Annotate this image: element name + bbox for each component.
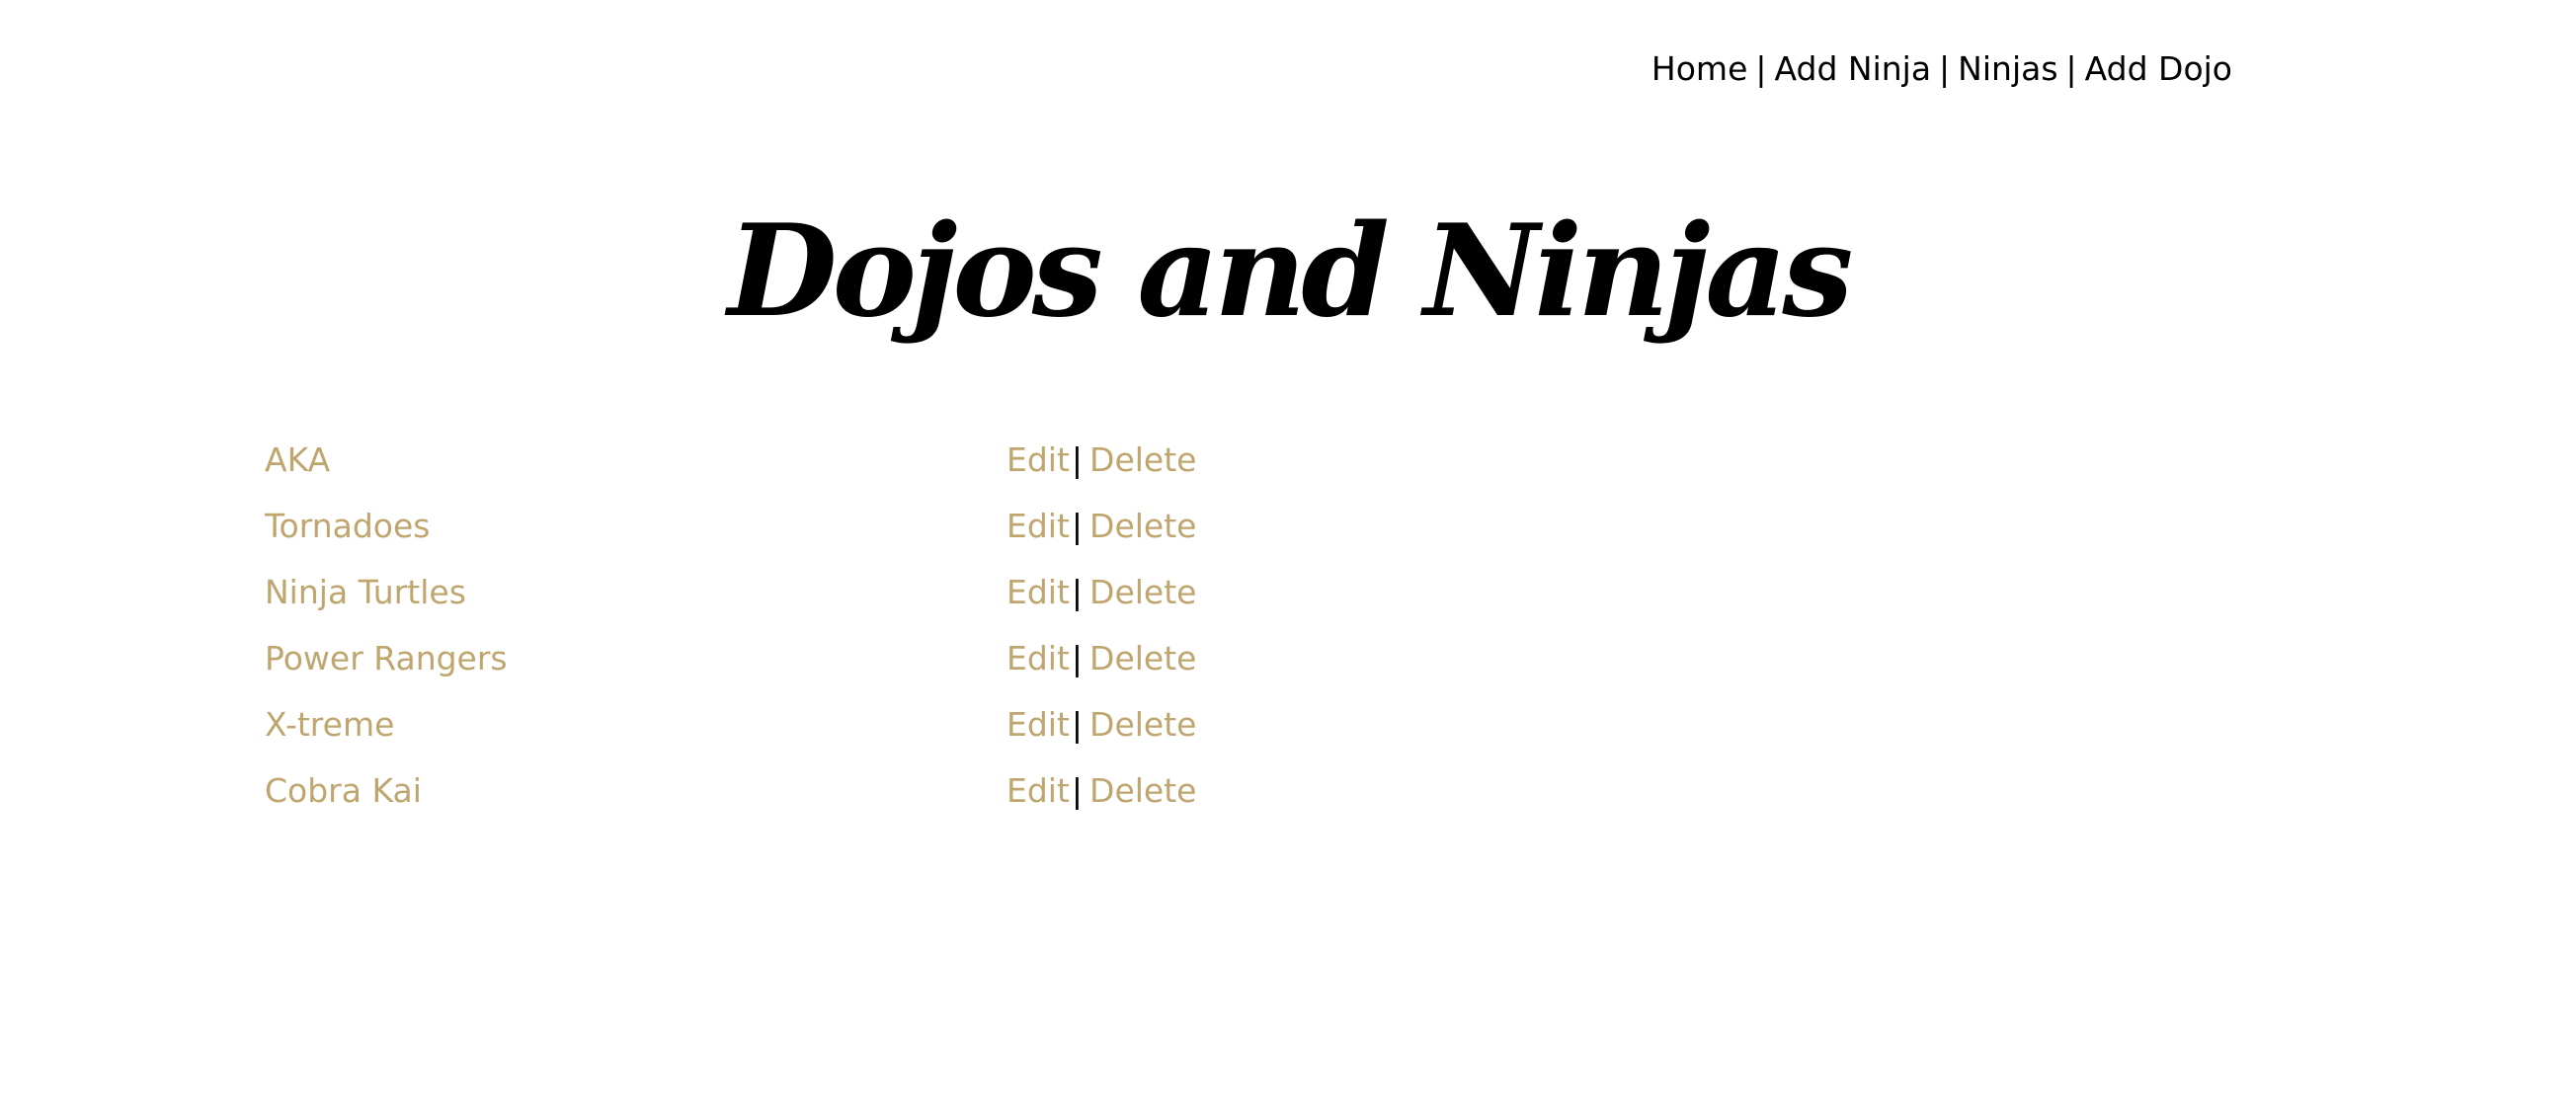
action-separator: | bbox=[1071, 639, 1084, 677]
dojo-row: X-treme Edit| Delete bbox=[265, 701, 1351, 767]
dojo-row: Tornadoes Edit| Delete bbox=[265, 503, 1351, 569]
edit-link[interactable]: Edit bbox=[1006, 573, 1070, 611]
dojo-name-link[interactable]: Cobra Kai bbox=[265, 767, 422, 815]
dojo-row: AKA Edit| Delete bbox=[265, 437, 1351, 503]
nav-separator: | bbox=[2065, 49, 2077, 88]
edit-link[interactable]: Edit bbox=[1006, 639, 1070, 677]
dojo-actions: Edit| Delete bbox=[1006, 503, 1196, 550]
dojo-name-link[interactable]: AKA bbox=[265, 437, 330, 484]
nav-add-ninja-link[interactable]: Add Ninja bbox=[1775, 49, 1932, 88]
delete-link[interactable]: Delete bbox=[1089, 705, 1196, 744]
nav-home-link[interactable]: Home bbox=[1651, 49, 1747, 88]
delete-link[interactable]: Delete bbox=[1089, 771, 1196, 810]
dojo-name-link[interactable]: X-treme bbox=[265, 701, 394, 749]
page-title: Dojos and Ninjas bbox=[727, 198, 1854, 346]
action-separator: | bbox=[1071, 507, 1084, 545]
dojo-row: Ninja Turtles Edit| Delete bbox=[265, 569, 1351, 635]
dojo-name-link[interactable]: Power Rangers bbox=[265, 635, 508, 682]
dojo-actions: Edit| Delete bbox=[1006, 437, 1196, 484]
top-nav: Home | Add Ninja | Ninjas | Add Dojo bbox=[1651, 45, 2232, 93]
delete-link[interactable]: Delete bbox=[1089, 440, 1196, 479]
dojo-actions: Edit| Delete bbox=[1006, 635, 1196, 682]
dojo-actions: Edit| Delete bbox=[1006, 701, 1196, 749]
dojo-name-link[interactable]: Tornadoes bbox=[265, 503, 431, 550]
delete-link[interactable]: Delete bbox=[1089, 639, 1196, 677]
nav-add-dojo-link[interactable]: Add Dojo bbox=[2085, 49, 2232, 88]
action-separator: | bbox=[1071, 771, 1084, 810]
dojo-actions: Edit| Delete bbox=[1006, 569, 1196, 616]
nav-separator: | bbox=[1939, 49, 1951, 88]
dojo-name-link[interactable]: Ninja Turtles bbox=[265, 569, 466, 616]
dojo-row: Cobra Kai Edit| Delete bbox=[265, 767, 1351, 834]
action-separator: | bbox=[1071, 573, 1084, 611]
action-separator: | bbox=[1071, 440, 1084, 479]
edit-link[interactable]: Edit bbox=[1006, 771, 1070, 810]
dojo-list: AKA Edit| Delete Tornadoes Edit| Delete Ni… bbox=[265, 437, 1351, 834]
delete-link[interactable]: Delete bbox=[1089, 507, 1196, 545]
nav-ninjas-link[interactable]: Ninjas bbox=[1958, 49, 2057, 88]
dojo-row: Power Rangers Edit| Delete bbox=[265, 635, 1351, 701]
edit-link[interactable]: Edit bbox=[1006, 440, 1070, 479]
nav-separator: | bbox=[1755, 49, 1767, 88]
action-separator: | bbox=[1071, 705, 1084, 744]
dojo-actions: Edit| Delete bbox=[1006, 767, 1196, 815]
edit-link[interactable]: Edit bbox=[1006, 507, 1070, 545]
edit-link[interactable]: Edit bbox=[1006, 705, 1070, 744]
delete-link[interactable]: Delete bbox=[1089, 573, 1196, 611]
